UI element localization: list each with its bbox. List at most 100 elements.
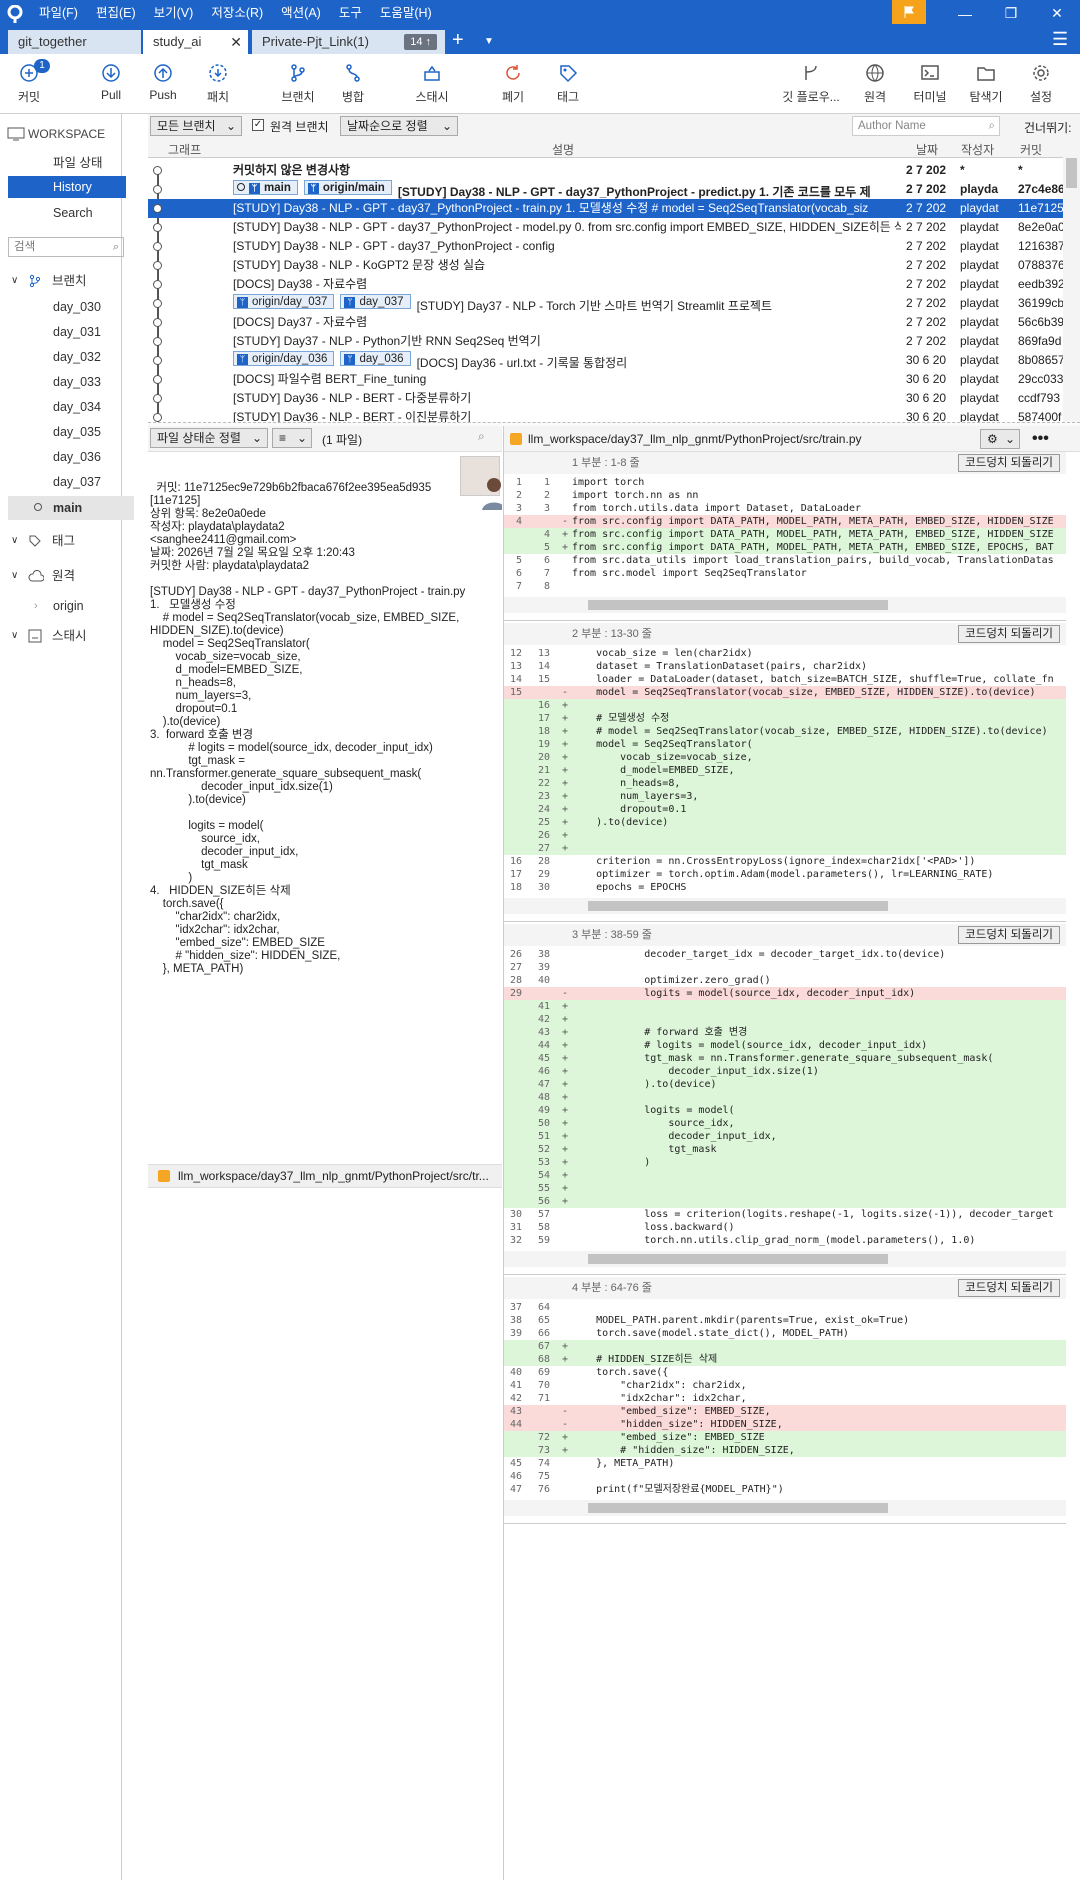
menu-help[interactable]: 도움말(H) (371, 0, 441, 27)
branch-tag[interactable]: ᛘ day_037 (340, 294, 411, 309)
menu-repository[interactable]: 저장소(R) (202, 0, 272, 27)
tab-study-ai[interactable]: study_ai ✕ (143, 30, 249, 54)
column-date[interactable]: 날짜 (916, 141, 938, 158)
sidebar-item-file-status[interactable]: 파일 상태 (0, 151, 122, 175)
commit-row[interactable]: [STUDY] Day38 - NLP - GPT - day37_Python… (148, 218, 1063, 237)
scrollbar-thumb[interactable] (588, 1254, 888, 1264)
add-tab-icon[interactable]: + (452, 29, 464, 51)
sidebar-branch-day-030[interactable]: day_030 (0, 295, 122, 319)
horizontal-scrollbar[interactable] (504, 898, 1066, 914)
horizontal-scrollbar[interactable] (504, 1251, 1066, 1267)
commit-row[interactable]: [STUDY] Day38 - NLP - KoGPT2 문장 생성 실습 2 7… (148, 256, 1063, 275)
branch-tag[interactable]: ᛘ main (233, 180, 298, 195)
scrollbar-thumb[interactable] (588, 600, 888, 610)
sidebar-branch-day-033[interactable]: day_033 (0, 370, 122, 394)
commit-row[interactable]: 커밋하지 않은 변경사항 2 7 202 * * (148, 161, 1063, 180)
commit-row[interactable]: ᛘ origin/day_037 ᛘ day_037 [STUDY] Day37 - N… (148, 294, 1063, 313)
minimize-icon[interactable]: — (942, 0, 988, 27)
sidebar-branch-main[interactable]: main (8, 496, 134, 520)
sidebar-search-input[interactable]: 검색 ⌕ (8, 237, 124, 257)
sidebar-branch-day-032[interactable]: day_032 (0, 345, 122, 369)
tab-private-pjt-link[interactable]: Private-Pjt_Link(1) 14 ↑ (252, 30, 446, 54)
menu-edit[interactable]: 편집(E) (87, 0, 145, 27)
revert-hunk-button[interactable]: 코드덩치 되돌리기 (958, 625, 1060, 643)
branch-tag[interactable]: ᛘ origin/day_036 (233, 351, 335, 366)
more-options-icon[interactable]: ••• (1032, 426, 1049, 452)
diff-settings-dropdown[interactable]: ⚙ ⌄ (980, 429, 1020, 449)
git-flow-button[interactable]: 깃 플로우... (780, 62, 842, 105)
branch-tag[interactable]: ᛘ origin/day_037 (233, 294, 335, 309)
merge-button[interactable]: 병합 (338, 62, 368, 105)
column-graph[interactable]: 그래프 (168, 141, 201, 158)
branches-header[interactable]: ∨ 브랜치 (0, 269, 122, 293)
commit-list-scrollbar[interactable] (1063, 140, 1080, 422)
tab-list-chevron-icon[interactable]: ▼ (484, 31, 494, 53)
pull-button[interactable]: Pull (96, 62, 126, 102)
menu-actions[interactable]: 액션(A) (272, 0, 330, 27)
scrollbar-thumb[interactable] (588, 901, 888, 911)
commit-row[interactable]: [STUDY] Day38 - NLP - GPT - day37_Python… (148, 199, 1063, 218)
menu-tools[interactable]: 도구 (330, 0, 371, 27)
sidebar-branch-day-035[interactable]: day_035 (0, 420, 122, 444)
commit-row[interactable]: ᛘ origin/day_036 ᛘ day_036 [DOCS] Day36 - ur… (148, 351, 1063, 370)
scrollbar-thumb[interactable] (588, 1503, 888, 1513)
sidebar-branch-day-034[interactable]: day_034 (0, 395, 122, 419)
branch-filter-dropdown[interactable]: 모든 브랜치 ⌄ (150, 116, 242, 136)
view-mode-dropdown[interactable]: ≡ ⌄ (272, 428, 312, 448)
flag-icon[interactable] (892, 0, 926, 24)
terminal-button[interactable]: 터미널 (912, 62, 948, 105)
settings-button[interactable]: 설정 (1026, 62, 1056, 105)
branch-tag[interactable]: ᛘ day_036 (340, 351, 411, 366)
hamburger-menu-icon[interactable]: ☰ (1052, 28, 1068, 50)
remotes-header[interactable]: ∨ 원격 (0, 564, 122, 588)
restore-icon[interactable]: ❐ (988, 0, 1034, 27)
file-sort-dropdown[interactable]: 파일 상태순 정렬 ⌄ (150, 428, 268, 448)
sidebar-branch-day-037[interactable]: day_037 (0, 470, 122, 494)
commit-row[interactable]: [STUDY] Day37 - NLP - Python기반 RNN Seq2S… (148, 332, 1063, 351)
scrollbar-thumb[interactable] (1066, 158, 1077, 188)
column-commit[interactable]: 커밋 (1020, 141, 1042, 158)
revert-hunk-button[interactable]: 코드덩치 되돌리기 (958, 454, 1060, 472)
commit-row[interactable]: [STUDY] Day36 - NLP - BERT - 이진분류하기 30 6 … (148, 408, 1063, 422)
tag-button[interactable]: 태그 (553, 62, 583, 105)
commit-row[interactable]: [DOCS] Day38 - 자료수렴 2 7 202 playdat eedb392 (148, 275, 1063, 294)
menu-view[interactable]: 보기(V) (145, 0, 203, 27)
changed-file-row[interactable]: llm_workspace/day37_llm_nlp_gnmt/PythonP… (148, 1164, 502, 1188)
tab-git-together[interactable]: git_together (8, 30, 142, 54)
author-filter-input[interactable]: Author Name ⌕ (852, 116, 1000, 136)
sidebar-branch-day-031[interactable]: day_031 (0, 320, 122, 344)
fetch-button[interactable]: 패치 (203, 62, 233, 105)
commit-row[interactable]: [DOCS] 파일수렴 BERT_Fine_tuning 30 6 20 playd… (148, 370, 1063, 389)
explorer-button[interactable]: 탐색기 (968, 62, 1004, 105)
discard-button[interactable]: 폐기 (498, 62, 528, 105)
revert-hunk-button[interactable]: 코드덩치 되돌리기 (958, 926, 1060, 944)
commit-row[interactable]: [DOCS] Day37 - 자료수렴 2 7 202 playdat 56c6b39 (148, 313, 1063, 332)
stash-header[interactable]: ∨ 스태시 (0, 624, 122, 648)
branch-tag[interactable]: ᛘ origin/main (303, 180, 392, 195)
commit-row[interactable]: [STUDY] Day38 - NLP - GPT - day37_Python… (148, 237, 1063, 256)
commit-row[interactable]: ᛘ main ᛘ origin/main [STUDY] Day38 - NLP - G… (148, 180, 1063, 199)
horizontal-scrollbar[interactable] (504, 1500, 1066, 1516)
sort-dropdown[interactable]: 날짜순으로 정렬 ⌄ (340, 116, 458, 136)
remote-button[interactable]: 원격 (860, 62, 890, 105)
branch-button[interactable]: 브랜치 (280, 62, 316, 105)
sidebar-branch-day-036[interactable]: day_036 (0, 445, 122, 469)
menu-file[interactable]: 파일(F) (30, 0, 87, 27)
search-icon[interactable]: ⌕ (478, 429, 485, 444)
remote-branches-checkbox[interactable]: ✓ (252, 119, 264, 131)
close-icon[interactable]: ✕ (1034, 0, 1080, 27)
sidebar-item-search[interactable]: Search (0, 201, 122, 225)
revert-hunk-button[interactable]: 코드덩치 되돌리기 (958, 1279, 1060, 1297)
column-author[interactable]: 작성자 (961, 141, 994, 158)
tags-header[interactable]: ∨ 태그 (0, 529, 122, 553)
horizontal-scrollbar[interactable] (504, 597, 1066, 613)
close-tab-icon[interactable]: ✕ (230, 30, 242, 54)
commit-button[interactable]: 커밋 1 (14, 59, 50, 105)
sidebar-remote-origin[interactable]: › origin (0, 594, 122, 618)
column-description[interactable]: 설명 (552, 141, 574, 158)
push-button[interactable]: Push (148, 62, 178, 102)
new-line-number: 8 (543, 581, 550, 592)
stash-button[interactable]: 스태시 (414, 62, 450, 105)
sidebar-item-history[interactable]: History (8, 176, 126, 198)
commit-row[interactable]: [STUDY] Day36 - NLP - BERT - 다중분류하기 30 6 … (148, 389, 1063, 408)
